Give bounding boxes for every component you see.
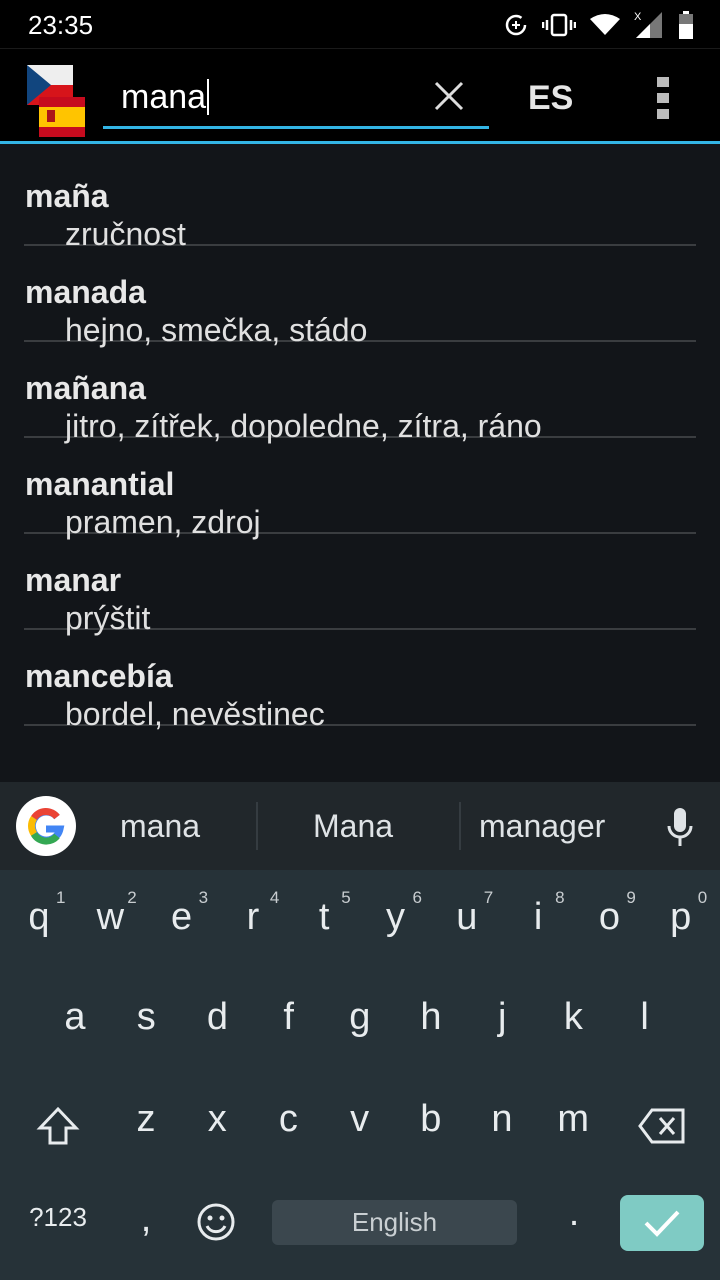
search-value[interactable]: mana (121, 79, 210, 115)
shift-icon[interactable] (36, 1106, 80, 1146)
key-hint: 4 (269, 888, 280, 907)
key-n[interactable]: n (472, 1098, 532, 1141)
key-l[interactable]: l (615, 996, 675, 1039)
key-h[interactable]: h (401, 996, 461, 1039)
key-b[interactable]: b (401, 1098, 461, 1141)
divider (459, 802, 461, 850)
key-x[interactable]: x (187, 1098, 247, 1141)
key-d[interactable]: d (187, 996, 247, 1039)
key-g[interactable]: g (330, 996, 390, 1039)
key-j[interactable]: j (472, 996, 532, 1039)
word: manar (25, 562, 122, 598)
suggestion[interactable]: Mana (313, 808, 393, 845)
checkmark-icon (644, 1210, 680, 1237)
word: manada (25, 274, 146, 310)
list-item[interactable]: manada hejno, smečka, stádo (24, 246, 696, 348)
data-saver-icon (505, 14, 527, 36)
key-hint: 5 (341, 888, 351, 907)
word: mañana (25, 370, 146, 406)
divider (256, 802, 258, 850)
list-item[interactable]: maña zručnost (24, 150, 696, 252)
battery-icon (679, 11, 693, 39)
backspace-icon[interactable] (638, 1108, 686, 1144)
word: mancebía (25, 658, 173, 694)
translation: bordel, nevěstinec (65, 696, 325, 732)
word: manantial (25, 466, 175, 502)
suggestion[interactable]: mana (120, 808, 200, 845)
key-hint: 9 (626, 888, 636, 907)
status-bar: 23:35 X (0, 0, 720, 48)
suggestion[interactable]: manager (479, 808, 605, 845)
spanish-flag-icon (39, 97, 85, 137)
key-hint: 1 (56, 888, 66, 907)
emoji-icon[interactable] (196, 1202, 236, 1242)
overflow-menu-icon[interactable] (657, 77, 669, 119)
word: maña (25, 178, 109, 214)
comma-key[interactable]: , (116, 1198, 176, 1241)
key-hint: 6 (412, 888, 422, 907)
suggestion-bar: mana Mana manager (0, 782, 720, 870)
microphone-icon[interactable] (666, 808, 694, 848)
space-key[interactable]: English (272, 1200, 517, 1245)
key-v[interactable]: v (330, 1098, 390, 1141)
list-item[interactable]: manantial pramen, zdroj (24, 438, 696, 540)
key-c[interactable]: c (258, 1098, 318, 1141)
vibrate-icon (542, 13, 576, 37)
svg-text:X: X (634, 11, 642, 23)
key-a[interactable]: a (45, 996, 105, 1039)
period-key[interactable]: . (544, 1192, 604, 1235)
wifi-icon (590, 14, 620, 35)
key-hint: 7 (483, 888, 494, 907)
key-k[interactable]: k (543, 996, 603, 1039)
symbols-key[interactable]: ?123 (28, 1202, 88, 1233)
results-list[interactable]: maña zručnost manada hejno, smečka, stádo … (0, 150, 720, 732)
clear-icon[interactable] (432, 79, 466, 113)
key-f[interactable]: f (259, 996, 319, 1039)
language-pair-button[interactable] (27, 65, 85, 137)
app-bar: mana ES (0, 48, 720, 142)
list-item[interactable]: manar prýštit (24, 534, 696, 636)
key-s[interactable]: s (116, 996, 176, 1039)
key-hint: 3 (198, 888, 209, 907)
clock: 23:35 (28, 10, 94, 40)
language-toggle-button[interactable]: ES (528, 79, 573, 118)
key-hint: 8 (555, 888, 565, 907)
signal-no-data-icon: X (634, 11, 662, 38)
divider (0, 141, 720, 144)
key-hint: 0 (697, 888, 708, 907)
keyboard: ?123 , English . q1w2e3r4t5y6u7i8o9p0asd… (0, 870, 720, 1280)
list-item[interactable]: mancebía bordel, nevěstinec (24, 630, 696, 732)
key-z[interactable]: z (116, 1098, 176, 1141)
key-m[interactable]: m (543, 1098, 603, 1141)
google-icon[interactable] (16, 796, 76, 856)
list-item[interactable]: mañana jitro, zítřek, dopoledne, zítra, r… (24, 342, 696, 444)
enter-key[interactable] (620, 1195, 704, 1251)
key-hint: 2 (127, 888, 137, 907)
